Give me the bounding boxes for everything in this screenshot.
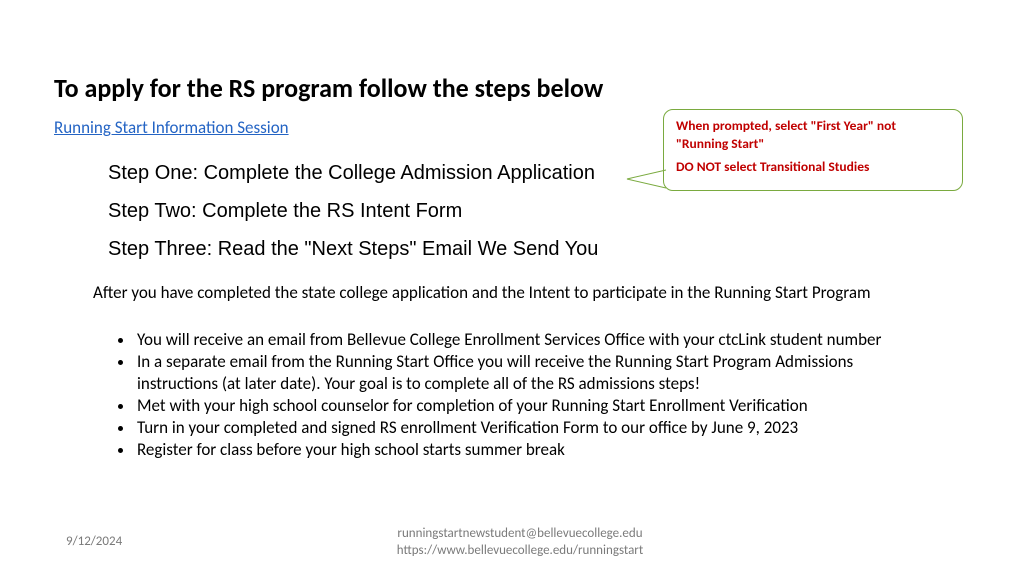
step-three: Step Three: Read the "Next Steps" Email …: [108, 236, 648, 262]
callout-line-1: When prompted, select "First Year" not "…: [676, 117, 950, 152]
list-item: In a separate email from the Running Sta…: [135, 351, 925, 395]
slide-date: 9/12/2024: [66, 534, 122, 549]
footer-url: https://www.bellevuecollege.edu/runnings…: [370, 543, 670, 560]
step-two: Step Two: Complete the RS Intent Form: [108, 198, 648, 224]
intro-text: After you have completed the state colle…: [93, 282, 913, 304]
list-item: You will receive an email from Bellevue …: [135, 329, 925, 351]
list-item: Turn in your completed and signed RS enr…: [135, 417, 925, 439]
list-item: Met with your high school counselor for …: [135, 395, 925, 417]
callout-tail-icon: [625, 168, 669, 190]
list-item: Register for class before your high scho…: [135, 439, 925, 461]
info-session-link[interactable]: Running Start Information Session: [54, 117, 289, 138]
callout-line-2: DO NOT select Transitional Studies: [676, 158, 950, 176]
slide-title: To apply for the RS program follow the s…: [54, 72, 603, 104]
step-one: Step One: Complete the College Admission…: [108, 160, 648, 186]
bullet-list: You will receive an email from Bellevue …: [115, 329, 925, 462]
callout-box: When prompted, select "First Year" not "…: [663, 109, 963, 191]
slide-footer: runningstartnewstudent@bellevuecollege.e…: [370, 526, 670, 560]
footer-email: runningstartnewstudent@bellevuecollege.e…: [370, 526, 670, 543]
steps-list: Step One: Complete the College Admission…: [108, 160, 648, 274]
